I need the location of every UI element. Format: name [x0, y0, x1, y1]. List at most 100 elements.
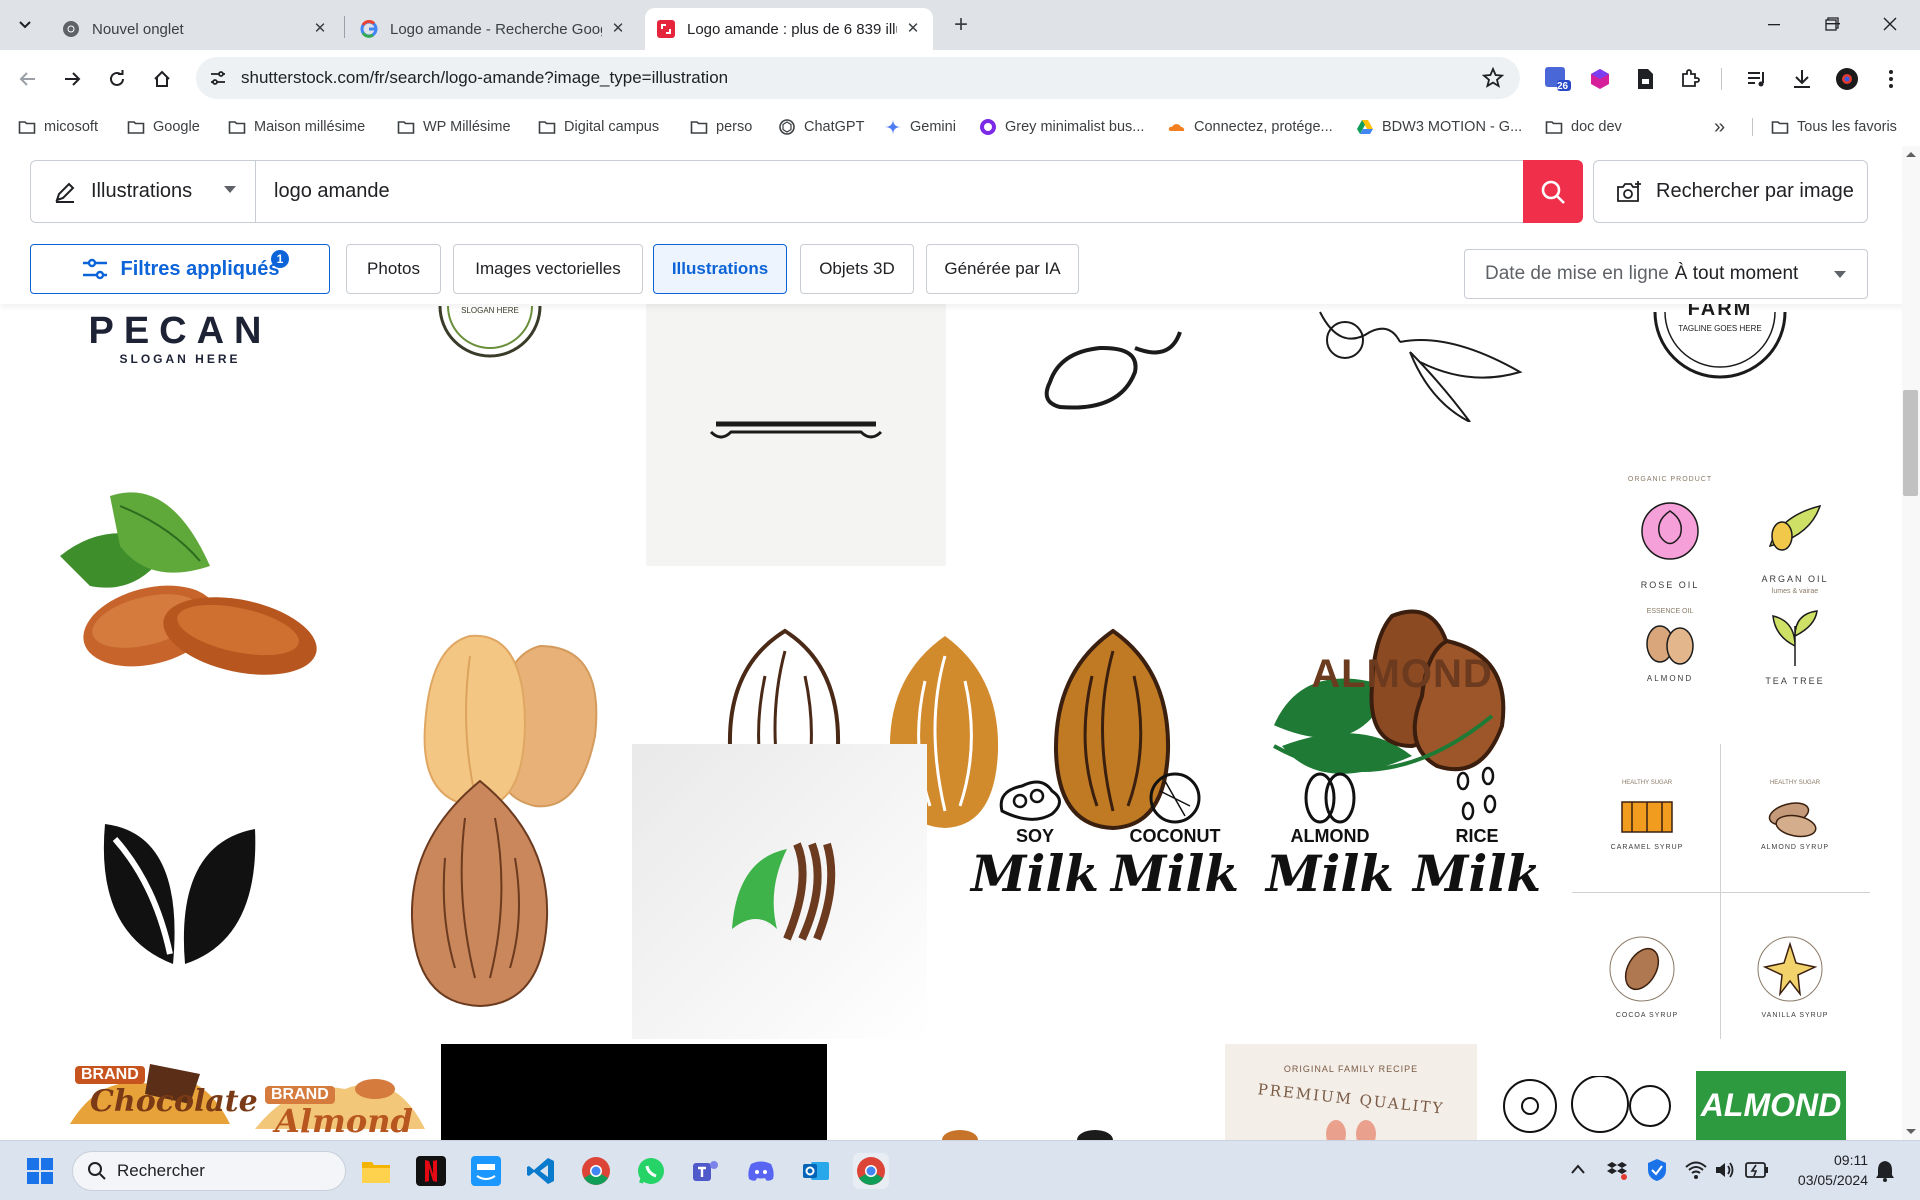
tab-shutterstock[interactable]: Logo amande : plus de 6 839 illu ✕ — [645, 8, 933, 50]
media-controls-button[interactable] — [1742, 64, 1772, 94]
taskbar-clock[interactable]: 09:11 03/05/2024 — [1798, 1150, 1868, 1190]
downloads-button[interactable] — [1787, 64, 1817, 94]
profile-button[interactable] — [1832, 64, 1862, 94]
result-blossom-outline[interactable] — [1500, 1076, 1680, 1140]
chip-illustrations[interactable]: Illustrations — [653, 244, 787, 294]
milk-word-almond: Milk — [1266, 844, 1394, 903]
result-almond-outline[interactable] — [1040, 292, 1190, 412]
taskbar-chrome[interactable] — [578, 1153, 614, 1189]
vintage-banner — [709, 421, 883, 439]
url-text[interactable]: shutterstock.com/fr/search/logo-amande?i… — [241, 68, 728, 88]
star-icon[interactable] — [1482, 67, 1504, 89]
chip-vector-images[interactable]: Images vectorielles — [453, 244, 643, 294]
bookmark-bdw3-motion[interactable]: BDW3 MOTION - G... — [1356, 116, 1522, 138]
result-image-vintage-label[interactable] — [646, 292, 946, 566]
home-button[interactable] — [147, 64, 177, 94]
result-plant-milks[interactable]: SOY Milk COCONUT Milk ALMOND Milk RICE M… — [960, 766, 1550, 996]
bookmark-digital-campus[interactable]: Digital campus — [538, 116, 659, 138]
minimize-button[interactable] — [1745, 0, 1803, 48]
security-shield-icon[interactable] — [1646, 1158, 1668, 1182]
taskbar-search[interactable]: Rechercher — [72, 1151, 346, 1191]
bookmark-micosoft[interactable]: micosoft — [18, 116, 98, 138]
chip-ai-generated[interactable]: Générée par IA — [926, 244, 1079, 294]
close-icon[interactable]: ✕ — [610, 21, 626, 37]
bookmark-all-favorites[interactable]: Tous les favoris — [1771, 116, 1897, 138]
search-button[interactable] — [1523, 160, 1583, 223]
a-letter-logo — [732, 842, 836, 941]
date-uploaded-select[interactable]: Date de mise en ligne À tout moment — [1464, 249, 1868, 299]
bookmark-grey-minimalist[interactable]: Grey minimalist bus... — [979, 116, 1144, 138]
taskbar-outlook[interactable] — [798, 1153, 834, 1189]
notification-bell-icon[interactable] — [1874, 1159, 1896, 1183]
result-organic-oils-set[interactable]: ORGANIC PRODUCT ROSE OIL ARGAN OIL lumes… — [1600, 466, 1860, 706]
milk-word-soy: Milk — [971, 844, 1099, 903]
extension-calendar[interactable]: 26 — [1542, 64, 1572, 94]
bookmark-gemini[interactable]: Gemini — [884, 116, 956, 138]
taskbar-discord[interactable] — [743, 1153, 779, 1189]
close-window-button[interactable] — [1861, 0, 1919, 48]
taskbar-teams[interactable] — [688, 1153, 724, 1189]
result-healthy-syrups[interactable]: HEALTHY SUGAR CARAMEL SYRUP HEALTHY SUGA… — [1572, 744, 1870, 1039]
page-scrollbar[interactable] — [1902, 146, 1920, 1140]
taskbar-file-explorer[interactable] — [358, 1153, 394, 1189]
result-brand-chocolate-almond[interactable]: BRAND Chocolate BRAND Almond — [30, 1044, 434, 1140]
bookmark-google[interactable]: Google — [127, 116, 200, 138]
chrome-menu-button[interactable] — [1876, 64, 1906, 94]
drive-icon — [1357, 120, 1373, 134]
result-partial-shapes[interactable] — [935, 1126, 1125, 1140]
taskbar-vscode[interactable] — [523, 1153, 559, 1189]
new-tab-button[interactable]: + — [947, 12, 975, 40]
result-slogan-badge[interactable] — [430, 306, 550, 376]
result-black-leaf-logo[interactable] — [95, 814, 265, 969]
reload-button[interactable] — [102, 64, 132, 94]
taskbar-netflix[interactable] — [413, 1153, 449, 1189]
dropbox-icon[interactable] — [1606, 1159, 1628, 1181]
volume-icon[interactable] — [1714, 1160, 1736, 1180]
taskbar-prime-video[interactable] — [468, 1153, 504, 1189]
result-premium-quality[interactable]: ORIGINAL FAMILY RECIPE PREMIUM QUALITY — [1225, 1044, 1477, 1140]
scrollbar-thumb[interactable] — [1903, 390, 1918, 496]
bookmark-chatgpt[interactable]: ChatGPT — [778, 116, 864, 138]
scroll-up-icon[interactable] — [1905, 150, 1917, 158]
forward-button[interactable] — [57, 64, 87, 94]
tab-search-button[interactable] — [10, 10, 40, 40]
wifi-icon[interactable] — [1685, 1160, 1707, 1180]
almond-oil-label: ALMOND — [1646, 674, 1694, 683]
tab-new-tab[interactable]: Nouvel onglet ✕ — [50, 8, 340, 50]
bookmark-perso[interactable]: perso — [690, 116, 752, 138]
tab-google-search[interactable]: Logo amande - Recherche Goog ✕ — [348, 8, 638, 50]
applied-filters-button[interactable]: Filtres appliqués 1 — [30, 244, 330, 294]
search-by-image-button[interactable]: Rechercher par image — [1593, 160, 1868, 223]
taskbar-whatsapp[interactable] — [633, 1153, 669, 1189]
extension-gem[interactable] — [1585, 64, 1615, 94]
chip-photos[interactable]: Photos — [346, 244, 441, 294]
bookmark-cloudflare[interactable]: Connectez, protége... — [1168, 116, 1333, 138]
back-button[interactable] — [13, 64, 43, 94]
bookmark-wp-millesime[interactable]: WP Millésime — [397, 116, 511, 138]
search-input[interactable]: logo amande — [255, 160, 1553, 223]
close-icon[interactable]: ✕ — [312, 21, 328, 37]
bookmark-maison-millesime[interactable]: Maison millésime — [228, 116, 365, 138]
chip-3d-objects[interactable]: Objets 3D — [800, 244, 914, 294]
image-type-select[interactable]: Illustrations — [30, 160, 255, 223]
scroll-down-icon[interactable] — [1905, 1128, 1917, 1136]
taskbar-chrome-active[interactable] — [853, 1153, 889, 1189]
result-single-almond[interactable] — [405, 778, 555, 1008]
close-icon[interactable]: ✕ — [905, 21, 921, 37]
result-almond-green[interactable]: ALMOND — [1696, 1071, 1846, 1140]
result-dark-image[interactable] — [441, 1044, 827, 1140]
bookmarks-overflow-button[interactable]: » — [1714, 116, 1725, 138]
battery-icon[interactable] — [1745, 1161, 1769, 1179]
site-info-button[interactable] — [204, 64, 232, 92]
address-bar[interactable]: shutterstock.com/fr/search/logo-amande?i… — [196, 57, 1520, 99]
extensions-button[interactable] — [1675, 64, 1705, 94]
tab-strip: Nouvel onglet ✕ Logo amande - Recherche … — [0, 0, 1920, 50]
chevron-up-icon[interactable] — [1570, 1163, 1586, 1175]
restore-button[interactable] — [1803, 0, 1861, 48]
result-almond-blossom[interactable] — [1300, 292, 1530, 422]
extension-document[interactable] — [1630, 64, 1660, 94]
start-button[interactable] — [22, 1153, 58, 1189]
result-almonds-with-leaves[interactable] — [50, 476, 330, 686]
result-green-brown-logo[interactable] — [632, 744, 927, 1039]
bookmark-doc-dev[interactable]: doc dev — [1545, 116, 1622, 138]
